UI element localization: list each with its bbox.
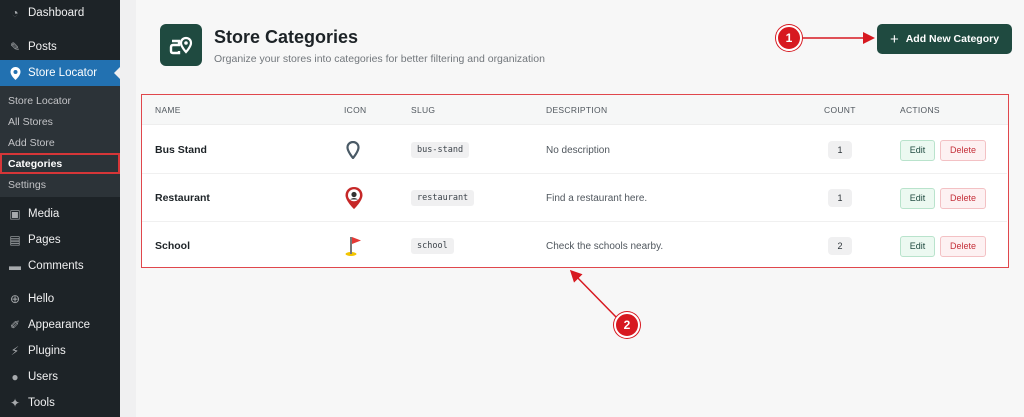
wrench-icon: ✦ <box>9 396 21 410</box>
pin-icon: ✎ <box>9 40 21 54</box>
plus-circle-icon: ⊕ <box>9 292 21 306</box>
comments-icon: ▬ <box>9 259 21 273</box>
category-description: Check the schools nearby. <box>546 240 664 252</box>
delete-button[interactable]: Delete <box>940 139 986 161</box>
dashboard-icon: ◔ <box>11 6 19 20</box>
menu-plugins[interactable]: ⚡ Plugins <box>0 338 120 364</box>
categories-table: NAME ICON SLUG DESCRIPTION COUNT ACTIONS… <box>141 94 1009 268</box>
callout-badge-1: 1 <box>776 25 802 51</box>
category-description: No description <box>546 144 610 156</box>
category-name: Restaurant <box>155 192 210 204</box>
page-title: Store Categories <box>214 27 359 47</box>
menu-pages[interactable]: ▤ Pages <box>0 227 120 253</box>
menu-tools[interactable]: ✦ Tools <box>0 390 120 416</box>
edit-button[interactable]: Edit <box>900 139 935 161</box>
add-button-label: Add New Category <box>905 33 1000 45</box>
table-row: Restaurant restaurant Find a restaurant … <box>142 174 1007 222</box>
edit-button[interactable]: Edit <box>900 187 935 209</box>
col-icon: ICON <box>344 105 367 115</box>
chef-pin-icon <box>344 174 364 222</box>
add-new-category-button[interactable]: + Add New Category <box>877 24 1012 54</box>
menu-posts[interactable]: ✎ Posts <box>0 34 120 60</box>
col-description: DESCRIPTION <box>546 105 608 115</box>
map-pin-icon <box>346 126 360 174</box>
category-count: 2 <box>828 237 852 255</box>
submenu-settings[interactable]: Settings <box>0 174 120 195</box>
menu-label: Media <box>28 208 60 220</box>
category-slug: school <box>411 238 454 254</box>
table-row: Bus Stand bus-stand No description 1 Edi… <box>142 126 1007 174</box>
store-logo-icon <box>160 24 202 66</box>
callout-badge-2: 2 <box>614 312 640 338</box>
menu-label: Hello <box>28 293 55 305</box>
category-description: Find a restaurant here. <box>546 192 648 204</box>
pages-icon: ▤ <box>9 233 21 247</box>
table-header: NAME ICON SLUG DESCRIPTION COUNT ACTIONS <box>142 95 1008 125</box>
menu-hello[interactable]: ⊕ Hello <box>0 286 120 312</box>
col-actions: ACTIONS <box>900 105 940 115</box>
menu-label: Tools <box>28 397 55 409</box>
submenu-all-stores[interactable]: All Stores <box>0 111 120 132</box>
category-count: 1 <box>828 189 852 207</box>
delete-button[interactable]: Delete <box>940 235 986 257</box>
category-count: 1 <box>828 141 852 159</box>
menu-dashboard[interactable]: ◔ Dashboard <box>0 0 120 26</box>
menu-label: Appearance <box>28 319 91 331</box>
page-subtitle: Organize your stores into categories for… <box>214 53 545 65</box>
menu-media[interactable]: ▣ Media <box>0 201 120 227</box>
user-icon: ● <box>11 370 19 384</box>
menu-label: Plugins <box>28 345 66 357</box>
table-row: School school Check the schools nearby. … <box>142 222 1007 270</box>
flag-icon <box>344 222 364 270</box>
menu-label: Pages <box>28 234 61 246</box>
admin-sidebar: ◔ Dashboard ✎ Posts Store Locator Store … <box>0 0 120 417</box>
submenu-add-store[interactable]: Add Store <box>0 132 120 153</box>
menu-comments[interactable]: ▬ Comments <box>0 253 120 279</box>
menu-users[interactable]: ● Users <box>0 364 120 390</box>
menu-appearance[interactable]: ✐ Appearance <box>0 312 120 338</box>
category-slug: restaurant <box>411 190 475 206</box>
plug-icon: ⚡ <box>10 344 20 358</box>
col-name: NAME <box>155 105 181 115</box>
col-count: COUNT <box>824 105 856 115</box>
store-locator-submenu: Store Locator All Stores Add Store Categ… <box>0 86 120 197</box>
media-icon: ▣ <box>9 207 21 221</box>
menu-label: Posts <box>28 41 57 53</box>
plus-icon: + <box>889 30 899 48</box>
location-icon <box>8 66 22 80</box>
main-content: Store Categories Organize your stores in… <box>136 0 1024 417</box>
page-header: Store Categories Organize your stores in… <box>136 0 1024 90</box>
menu-label: Users <box>28 371 59 383</box>
menu-label: Store Locator <box>28 67 98 79</box>
col-slug: SLUG <box>411 105 436 115</box>
category-name: Bus Stand <box>155 144 207 156</box>
submenu-store-locator[interactable]: Store Locator <box>0 90 120 111</box>
category-slug: bus-stand <box>411 142 470 158</box>
category-name: School <box>155 240 191 252</box>
menu-label: Dashboard <box>28 7 85 19</box>
brush-icon: ✐ <box>9 318 21 332</box>
menu-store-locator[interactable]: Store Locator <box>0 60 120 86</box>
edit-button[interactable]: Edit <box>900 235 935 257</box>
submenu-categories[interactable]: Categories <box>0 153 120 174</box>
delete-button[interactable]: Delete <box>940 187 986 209</box>
menu-label: Comments <box>28 260 84 272</box>
